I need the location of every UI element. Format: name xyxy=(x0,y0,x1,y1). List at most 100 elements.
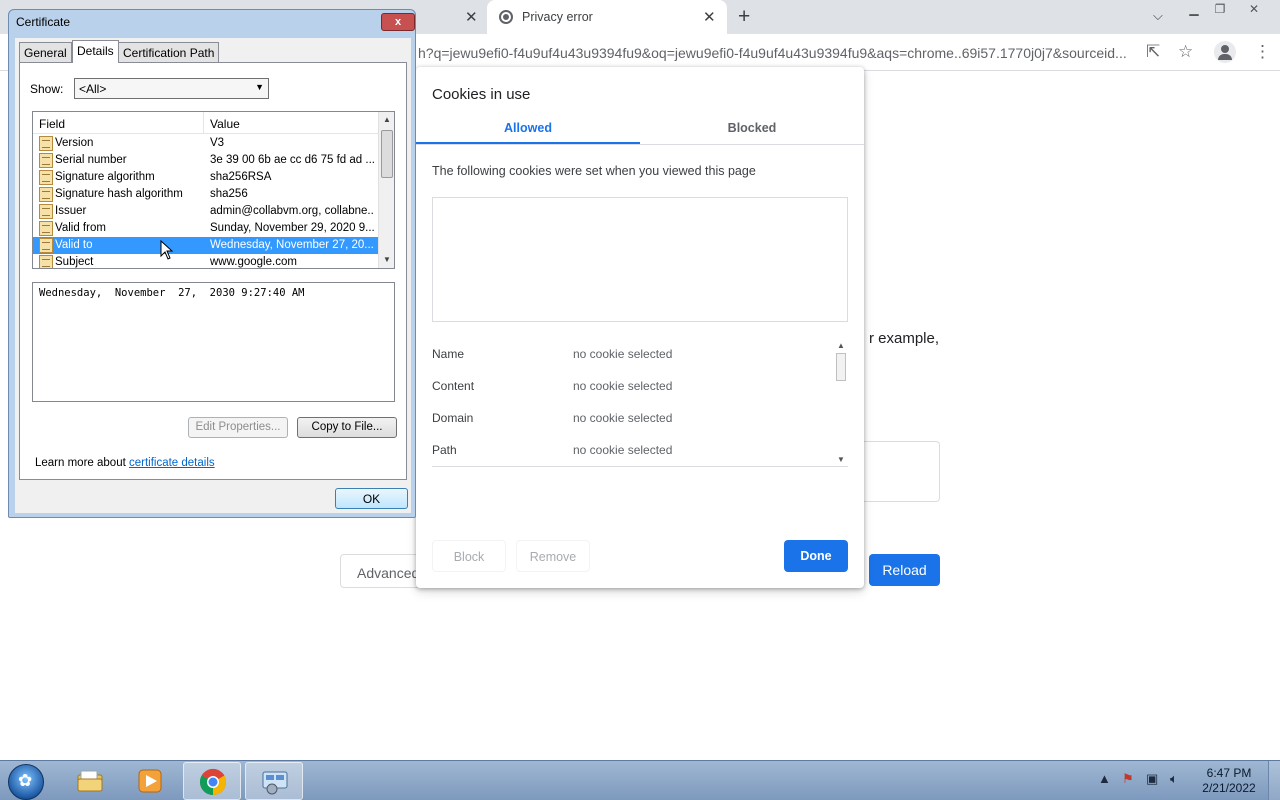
list-item[interactable]: Serial number 3e 39 00 6b ae cc d6 75 fd … xyxy=(33,152,378,169)
advanced-button[interactable]: Advanced xyxy=(340,554,426,588)
profile-avatar-icon[interactable] xyxy=(1214,41,1236,63)
cookies-tree[interactable] xyxy=(432,197,848,322)
scroll-down-icon[interactable]: ▼ xyxy=(383,255,391,264)
taskbar-media-player[interactable] xyxy=(121,762,179,800)
volume-icon[interactable]: 🔈︎ xyxy=(1170,771,1178,787)
certificate-client-area: General Details Certification Path Show:… xyxy=(15,38,411,513)
list-item[interactable]: Version V3 xyxy=(33,135,378,152)
detail-row-name: Name no cookie selected xyxy=(432,347,832,367)
dialog-title: Cookies in use xyxy=(432,86,531,103)
list-item[interactable]: Issuer admin@collabvm.org, collabne... xyxy=(33,203,378,220)
list-header: Field Value xyxy=(33,112,378,134)
certificate-field-icon xyxy=(39,255,53,268)
share-icon[interactable]: ⇱ xyxy=(1146,42,1160,62)
bookmark-star-icon[interactable]: ☆ xyxy=(1178,42,1193,62)
tab-close-icon[interactable]: ✕ xyxy=(703,8,716,26)
ok-button[interactable]: OK xyxy=(335,488,408,509)
column-header-value[interactable]: Value xyxy=(210,117,240,131)
done-button[interactable]: Done xyxy=(784,540,848,572)
details-panel: Show: <All> ▼ Field Value Version V3 Seria… xyxy=(19,62,407,480)
certificate-field-icon xyxy=(39,238,53,253)
field-value: Sunday, November 29, 2020 9... xyxy=(210,222,374,234)
show-dropdown-value: <All> xyxy=(79,82,107,96)
certificate-field-icon xyxy=(39,170,53,185)
address-bar[interactable]: h?q=jewu9efi0-f4u9uf4u43u9394fu9&oq=jewu… xyxy=(418,45,1133,61)
show-dropdown[interactable]: <All> ▼ xyxy=(74,78,269,99)
taskbar-file-explorer[interactable] xyxy=(61,762,119,800)
network-icon[interactable]: ▣ xyxy=(1146,771,1158,787)
dialog-title: Certificate xyxy=(16,15,71,29)
certificate-field-icon xyxy=(39,136,53,151)
field-value: admin@collabvm.org, collabne... xyxy=(210,205,374,217)
detail-label: Domain xyxy=(432,411,474,425)
certificate-dialog: Certificate x General Details Certificat… xyxy=(8,9,416,518)
mouse-cursor-icon xyxy=(160,240,174,260)
action-center-flag-icon[interactable]: ⚑ xyxy=(1122,771,1134,787)
window-close-icon[interactable]: ✕ xyxy=(1243,2,1265,16)
reload-button[interactable]: Reload xyxy=(869,554,940,586)
tab-previous[interactable]: ✕ xyxy=(420,0,486,34)
system-clock[interactable]: 6:47 PM 2/21/2022 xyxy=(1196,766,1262,796)
field-value: sha256RSA xyxy=(210,171,272,183)
detail-label: Name xyxy=(432,347,465,361)
cookie-details: Name no cookie selected Content no cooki… xyxy=(432,339,848,467)
scroll-thumb[interactable] xyxy=(381,130,393,178)
list-item[interactable]: Signature algorithm sha256RSA xyxy=(33,169,378,186)
tab-search-chevron-icon[interactable]: ⌵ xyxy=(1153,8,1163,24)
field-value-box[interactable]: Wednesday, November 27, 2030 9:27:40 AM xyxy=(32,282,395,402)
cookies-description: The following cookies were set when you … xyxy=(432,164,756,178)
tab-privacy-error[interactable]: Privacy error ✕ xyxy=(487,0,727,34)
detail-row-path: Path no cookie selected xyxy=(432,443,832,463)
field-name: Valid to xyxy=(55,239,93,251)
list-item[interactable]: Valid from Sunday, November 29, 2020 9... xyxy=(33,220,378,237)
certificate-details-link[interactable]: certificate details xyxy=(129,457,215,469)
scroll-up-icon[interactable]: ▲ xyxy=(837,341,845,350)
restore-icon[interactable]: ❐ xyxy=(1209,2,1231,16)
show-hidden-icons-icon[interactable]: ▲ xyxy=(1098,771,1111,786)
dropdown-arrow-icon: ▼ xyxy=(255,82,264,92)
detail-label: Path xyxy=(432,443,457,457)
copy-to-file-button[interactable]: Copy to File... xyxy=(297,417,397,438)
details-scrollbar[interactable]: ▲ ▼ xyxy=(834,339,848,467)
detail-value: no cookie selected xyxy=(573,443,673,457)
block-button[interactable]: Block xyxy=(432,540,506,572)
tab-details[interactable]: Details xyxy=(72,40,119,63)
certificate-field-icon xyxy=(39,204,53,219)
minimize-icon[interactable]: ▁ xyxy=(1183,2,1205,16)
clock-time: 6:47 PM xyxy=(1206,766,1252,780)
menu-kebab-icon[interactable]: ⋮ xyxy=(1254,42,1271,62)
field-name: Version xyxy=(55,137,94,149)
learn-more-text: Learn more about certificate details xyxy=(35,457,215,469)
list-item[interactable]: Signature hash algorithm sha256 xyxy=(33,186,378,203)
field-name: Subject xyxy=(55,256,94,268)
start-button-icon[interactable] xyxy=(8,764,44,800)
close-icon[interactable]: x xyxy=(381,13,415,31)
fields-list[interactable]: Field Value Version V3 Serial number 3e 39 … xyxy=(32,111,395,269)
chrome-icon xyxy=(199,768,227,796)
tab-blocked[interactable]: Blocked xyxy=(640,121,864,135)
cookies-tabs: Allowed Blocked xyxy=(416,119,864,145)
certificate-field-icon xyxy=(39,221,53,236)
tab-general[interactable]: General xyxy=(19,42,72,62)
remove-button[interactable]: Remove xyxy=(516,540,590,572)
tab-close-icon[interactable]: ✕ xyxy=(465,8,478,26)
show-desktop-button[interactable] xyxy=(1268,761,1280,800)
list-item[interactable]: Valid to Wednesday, November 27, 20... xyxy=(33,237,378,254)
list-item[interactable]: Subject www.google.com xyxy=(33,254,378,268)
tab-certification-path[interactable]: Certification Path xyxy=(118,42,220,62)
cookies-in-use-dialog: Cookies in use Allowed Blocked The follo… xyxy=(416,67,864,588)
column-header-field[interactable]: Field xyxy=(39,117,65,131)
new-tab-button[interactable]: + xyxy=(738,5,750,29)
scroll-thumb[interactable] xyxy=(836,353,846,381)
detail-value: no cookie selected xyxy=(573,379,673,393)
scroll-up-icon[interactable]: ▲ xyxy=(383,115,391,124)
field-name: Signature algorithm xyxy=(55,171,155,183)
taskbar-control-panel[interactable] xyxy=(245,762,303,800)
certificate-field-icon xyxy=(39,153,53,168)
scroll-down-icon[interactable]: ▼ xyxy=(837,455,845,464)
taskbar-chrome[interactable] xyxy=(183,762,241,800)
learn-more-prefix: Learn more about xyxy=(35,457,129,469)
list-scrollbar[interactable]: ▲ ▼ xyxy=(378,112,394,268)
field-value: www.google.com xyxy=(210,256,297,268)
tab-allowed[interactable]: Allowed xyxy=(416,121,640,144)
